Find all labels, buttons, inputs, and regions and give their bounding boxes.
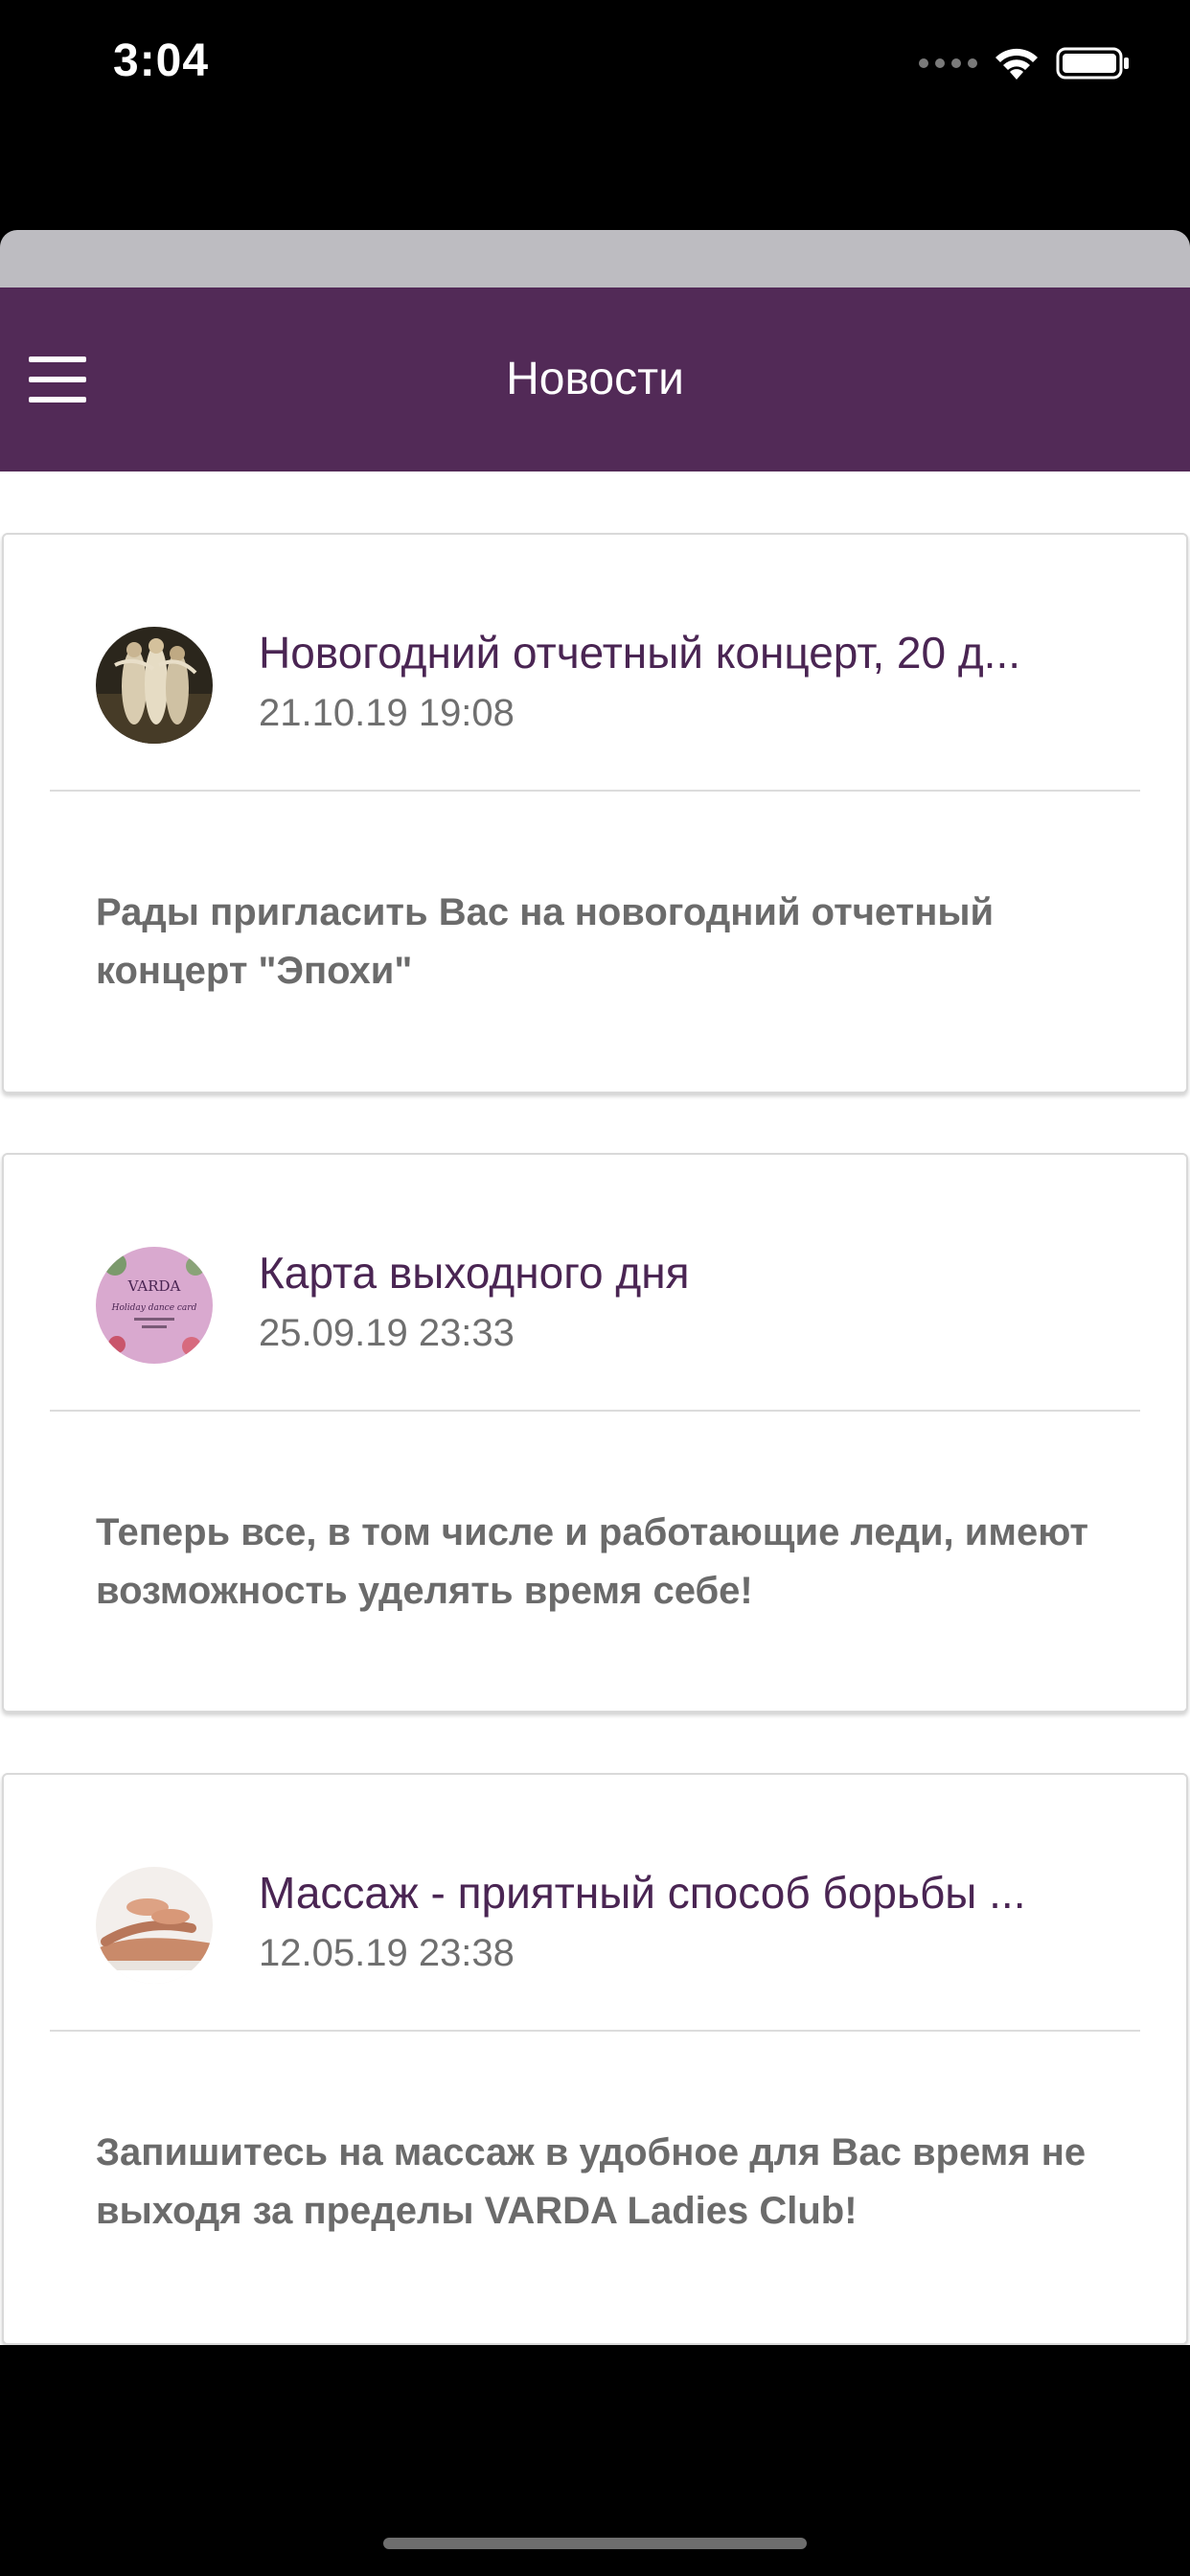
news-card-header: Массаж - приятный способ борьбы ... 12.0… — [4, 1775, 1186, 2032]
news-card[interactable]: Массаж - приятный способ борьбы ... 12.0… — [2, 1773, 1188, 2345]
news-avatar-dance-painting — [96, 627, 213, 744]
news-text: Теперь все, в том числе и работающие лед… — [96, 1511, 1088, 1612]
home-indicator[interactable] — [383, 2538, 807, 2549]
news-title: Новогодний отчетный концерт, 20 д... — [259, 628, 1021, 678]
divider — [50, 790, 1140, 792]
wifi-icon — [995, 48, 1038, 80]
status-time: 3:04 — [113, 35, 210, 86]
news-date: 25.09.19 23:33 — [259, 1312, 515, 1354]
news-text: Рады пригласить Вас на новогодний отчетн… — [96, 891, 995, 992]
cellular-signal-icon — [919, 58, 977, 68]
hamburger-menu-icon[interactable] — [25, 351, 90, 408]
status-bar: 3:04 — [0, 0, 1190, 134]
divider — [50, 1410, 1140, 1412]
status-icons — [919, 44, 1131, 82]
sheet-top-strip — [0, 230, 1190, 288]
news-date: 21.10.19 19:08 — [259, 692, 515, 734]
news-title: Карта выходного дня — [259, 1248, 690, 1298]
news-card[interactable]: Новогодний отчетный концерт, 20 д... 21.… — [2, 533, 1188, 1093]
news-date: 12.05.19 23:38 — [259, 1932, 515, 1974]
news-list: Новогодний отчетный концерт, 20 д... 21.… — [0, 472, 1190, 2345]
news-avatar-varda-holiday-card: VARDA Holiday dance card — [96, 1247, 213, 1364]
news-card[interactable]: VARDA Holiday dance card Карта выходного… — [2, 1153, 1188, 1713]
news-text: Запишитесь на массаж в удобное для Вас в… — [96, 2131, 1087, 2232]
news-avatar-massage — [96, 1867, 213, 1984]
avatar-brand-text: VARDA — [127, 1277, 181, 1295]
battery-icon — [1056, 47, 1129, 80]
page-title: Новости — [506, 354, 684, 404]
screen: 3:04 Новости Новогодний отчетный концерт… — [0, 0, 1190, 2576]
news-title: Массаж - приятный способ борьбы ... — [259, 1868, 1026, 1918]
avatar-caption-text: Holiday dance card — [111, 1303, 197, 1313]
nav-bar: Новости — [0, 288, 1190, 472]
divider — [50, 2030, 1140, 2032]
news-card-header: Новогодний отчетный концерт, 20 д... 21.… — [4, 535, 1186, 792]
news-card-header: VARDA Holiday dance card Карта выходного… — [4, 1155, 1186, 1412]
